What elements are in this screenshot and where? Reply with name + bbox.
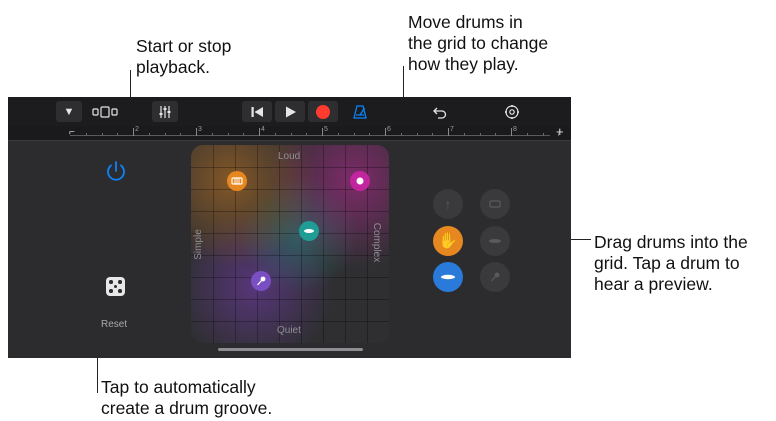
ruler-beat-tick	[432, 133, 434, 136]
reset-label[interactable]: Reset	[101, 319, 127, 330]
arrow-up-icon: ↑	[444, 196, 452, 212]
shaker-chip[interactable]	[251, 271, 271, 291]
ruler-bar-tick	[448, 128, 449, 136]
ruler-baseline	[70, 135, 550, 136]
timeline-ruler[interactable]: ⌐ 2 3 4 5 6 7 8 +	[8, 124, 571, 141]
settings-button[interactable]	[500, 101, 524, 122]
ruler-beat-tick	[479, 133, 481, 136]
tray-slot-empty-2[interactable]	[480, 189, 510, 219]
ruler-beat-tick	[290, 133, 292, 136]
ruler-bar-number: 2	[135, 126, 139, 133]
ruler-beat-tick	[164, 133, 166, 136]
pad-label-quiet: Quiet	[277, 325, 301, 336]
record-icon	[316, 104, 330, 119]
shaker-icon	[257, 276, 266, 286]
drum-xy-pad[interactable]: Loud Quiet Simple Complex	[191, 145, 389, 343]
play-button[interactable]	[275, 101, 305, 122]
ruler-bar-number: 5	[324, 126, 328, 133]
ruler-bar-number: 4	[261, 126, 265, 133]
ruler-beat-tick	[243, 133, 245, 136]
ruler-beat-tick	[542, 133, 544, 136]
ruler-bar-number: 8	[513, 126, 517, 133]
ruler-beat-tick	[306, 133, 308, 136]
dice-icon[interactable]	[106, 277, 125, 296]
ruler-bar-tick	[133, 128, 134, 136]
play-icon	[286, 106, 296, 117]
tracks-view-button[interactable]	[90, 101, 120, 122]
kick-drum-chip[interactable]	[350, 171, 370, 191]
tray-slot-empty-4[interactable]	[480, 262, 510, 292]
ruler-beat-tick	[211, 133, 213, 136]
snare-icon	[489, 200, 501, 208]
ruler-beat-tick	[463, 133, 465, 136]
ruler-bar-tick	[511, 128, 512, 136]
go-to-beginning-button[interactable]	[242, 101, 272, 122]
hi-hat-icon	[441, 274, 455, 280]
callout-playback: Start or stop playback.	[136, 36, 232, 77]
tray-slot-empty-1[interactable]: ↑	[433, 189, 463, 219]
ruler-beat-tick	[416, 133, 418, 136]
tray-slot-empty-3[interactable]	[480, 226, 510, 256]
ruler-beat-tick	[353, 133, 355, 136]
snare-icon	[231, 177, 243, 185]
ruler-bar-tick	[259, 128, 260, 136]
hand-clap-icon: ✋	[438, 233, 458, 250]
pad-label-simple: Simple	[192, 229, 204, 260]
ruler-beat-tick	[180, 133, 182, 136]
shaker-icon	[491, 272, 500, 282]
ruler-bar-tick	[196, 128, 197, 136]
metronome-button[interactable]	[348, 101, 372, 122]
ruler-bar-tick	[385, 128, 386, 136]
ruler-beat-tick	[148, 133, 150, 136]
ruler-beat-tick	[227, 133, 229, 136]
ruler-beat-tick	[526, 133, 528, 136]
metronome-icon	[353, 104, 367, 119]
ruler-bar-number: 6	[387, 126, 391, 133]
tray-hi-hat-chip[interactable]	[433, 262, 463, 292]
skip-back-icon	[251, 106, 263, 117]
kick-drum-icon	[356, 177, 364, 185]
ruler-bar-number: 7	[450, 126, 454, 133]
callout-groove: Tap to automatically create a drum groov…	[101, 377, 273, 418]
drummer-app-screen: ▼ ⌐ 2 3 4 5 6 7 8 + Reset Loud Quiet Sim…	[8, 97, 571, 358]
mixer-button[interactable]	[152, 101, 178, 122]
snare-drum-chip[interactable]	[227, 171, 247, 191]
navigation-button[interactable]: ▼	[56, 101, 82, 122]
pad-label-complex: Complex	[371, 222, 383, 263]
undo-icon	[433, 107, 447, 119]
ruler-beat-tick	[337, 133, 339, 136]
control-bar: ▼	[8, 97, 571, 126]
ruler-beat-tick	[495, 133, 497, 136]
ruler-beat-tick	[101, 133, 103, 136]
settings-icon	[505, 104, 519, 119]
ruler-beat-tick	[400, 133, 402, 136]
ruler-beat-tick	[85, 133, 87, 136]
track-view-icon	[92, 105, 118, 118]
undo-button[interactable]	[428, 101, 452, 122]
power-icon[interactable]	[104, 159, 128, 183]
ruler-beat-tick	[369, 133, 371, 136]
sliders-icon	[159, 105, 171, 118]
ruler-bar-tick	[322, 128, 323, 136]
ruler-bar-number: 3	[198, 126, 202, 133]
ruler-beat-tick	[117, 133, 119, 136]
pad-label-loud: Loud	[278, 151, 301, 162]
playhead-icon[interactable]: ⌐	[69, 127, 75, 138]
tray-clap-chip[interactable]: ✋	[433, 226, 463, 256]
callout-grid: Move drums in the grid to change how the…	[408, 12, 549, 74]
add-section-button[interactable]: +	[556, 124, 564, 139]
cymbal-icon	[489, 239, 501, 243]
callout-drag: Drag drums into the grid. Tap a drum to …	[594, 232, 748, 294]
ruler-beat-tick	[274, 133, 276, 136]
home-indicator	[218, 348, 363, 351]
record-button[interactable]	[308, 101, 338, 122]
triangle-down-icon: ▼	[63, 105, 75, 118]
hi-hat-icon	[304, 229, 314, 233]
hi-hat-chip[interactable]	[299, 221, 319, 241]
